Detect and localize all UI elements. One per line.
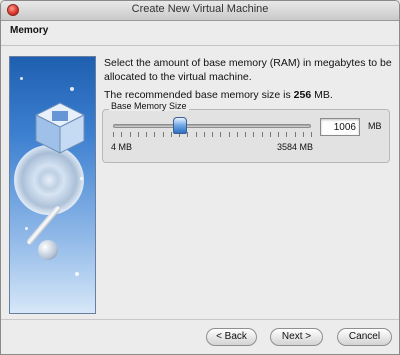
slider-tick xyxy=(278,132,279,137)
memory-slider[interactable] xyxy=(113,124,311,128)
cancel-button[interactable]: Cancel xyxy=(337,328,392,346)
slider-tick xyxy=(286,132,287,137)
memory-unit-label: MB xyxy=(368,121,382,131)
slider-tick xyxy=(311,132,312,137)
slider-tick xyxy=(146,132,147,137)
sparkle xyxy=(70,87,74,91)
sparkle xyxy=(20,77,23,80)
slider-tick xyxy=(163,132,164,137)
recommended-text: The recommended base memory size is 256 … xyxy=(104,89,394,101)
slider-tick xyxy=(270,132,271,137)
slider-tick xyxy=(212,132,213,137)
next-button[interactable]: Next > xyxy=(270,328,323,346)
slider-tick xyxy=(229,132,230,137)
slider-tick xyxy=(262,132,263,137)
slider-tick xyxy=(204,132,205,137)
slider-tick xyxy=(196,132,197,137)
slider-tick xyxy=(187,132,188,137)
slider-tick xyxy=(171,132,172,137)
slider-tick xyxy=(220,132,221,137)
cube-icon xyxy=(34,102,86,154)
create-vm-dialog: Create New Virtual Machine Memory Select… xyxy=(0,0,400,355)
slider-tick xyxy=(113,132,114,137)
page-title: Memory xyxy=(10,25,49,36)
recommended-prefix: The recommended base memory size is xyxy=(104,89,294,101)
max-memory-label: 3584 MB xyxy=(277,142,314,152)
title-bar[interactable]: Create New Virtual Machine xyxy=(1,1,399,21)
slider-tick xyxy=(130,132,131,137)
back-button[interactable]: < Back xyxy=(206,328,257,346)
recommended-unit: MB. xyxy=(311,89,333,101)
sparkle xyxy=(25,227,28,230)
slider-tick xyxy=(295,132,296,137)
slider-tick xyxy=(121,132,122,137)
sparkle xyxy=(75,272,79,276)
description-text: Select the amount of base memory (RAM) i… xyxy=(104,57,392,83)
ball-graphic xyxy=(38,240,58,260)
memory-slider-thumb[interactable] xyxy=(173,117,187,134)
slider-tick xyxy=(154,132,155,137)
virtualbox-logo xyxy=(9,56,96,314)
base-memory-label: Base Memory Size xyxy=(109,101,189,111)
wizard-content: Select the amount of base memory (RAM) i… xyxy=(1,46,399,314)
slider-tick xyxy=(245,132,246,137)
slider-tick xyxy=(237,132,238,137)
sparkle xyxy=(80,177,83,180)
recommended-value: 256 xyxy=(293,89,312,101)
page-header: Memory xyxy=(1,21,399,46)
slider-ticks xyxy=(113,132,312,138)
slider-tick xyxy=(303,132,304,137)
min-memory-label: 4 MB xyxy=(111,142,133,152)
disc-graphic xyxy=(14,145,84,215)
window-title: Create New Virtual Machine xyxy=(131,3,269,15)
slider-tick xyxy=(253,132,254,137)
memory-size-input[interactable] xyxy=(320,118,360,136)
slider-tick xyxy=(138,132,139,137)
